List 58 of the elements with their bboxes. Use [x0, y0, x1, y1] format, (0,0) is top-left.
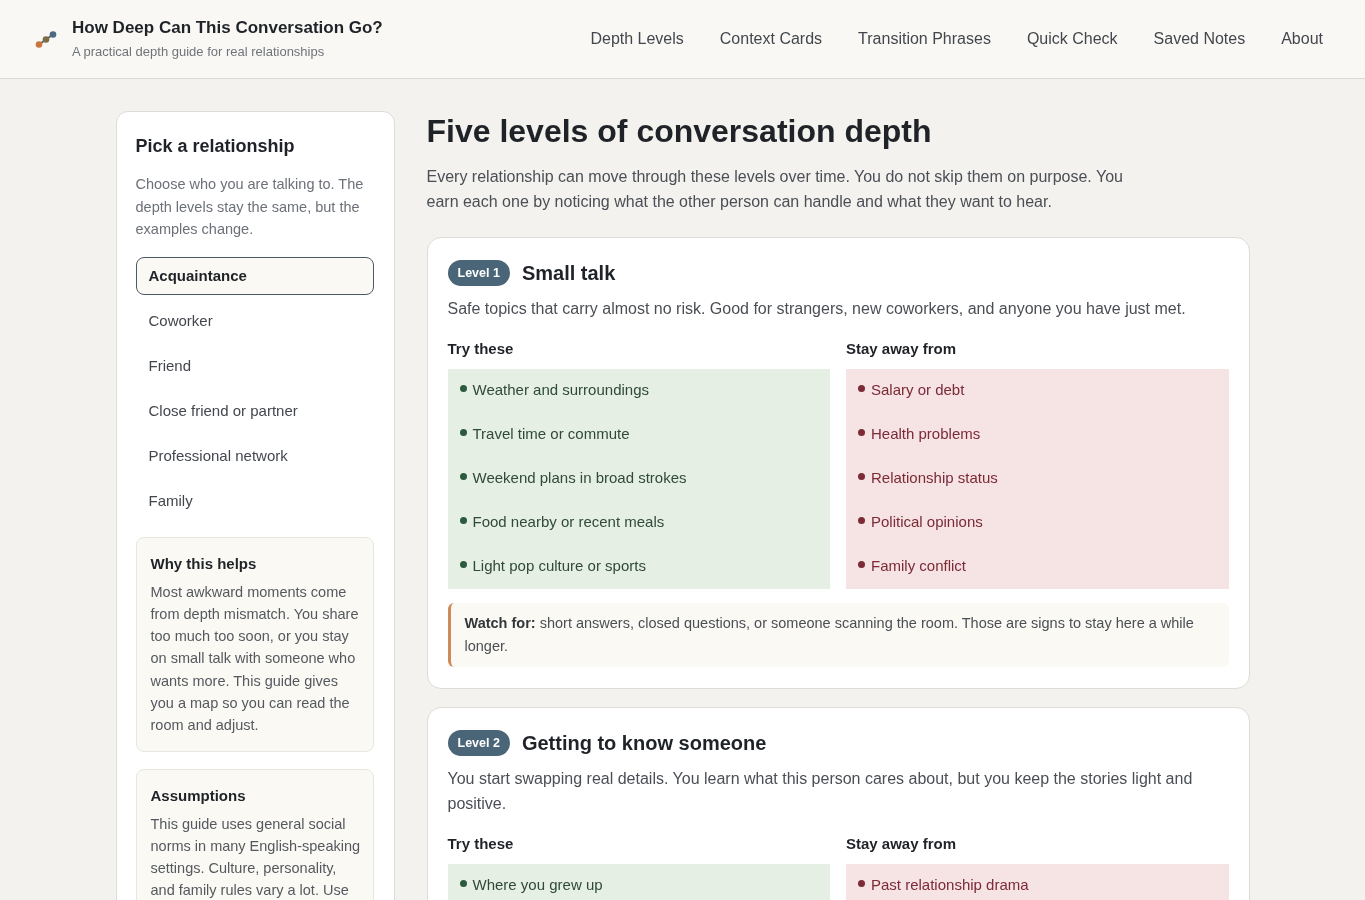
topic-item: Salary or debt	[871, 380, 965, 400]
nav-link[interactable]: Saved Notes	[1153, 28, 1246, 50]
info-card-text: Most awkward moments come from depth mismatch. You share too much too soon, or you stay on small talk with someone who wants more. This guide gives you a map so you can read the room and adjust.	[150, 582, 360, 736]
topic-item: Relationship status	[871, 468, 998, 488]
bullet-dot-icon	[858, 473, 865, 480]
relationship-option[interactable]: Coworker	[135, 301, 374, 340]
intro-paragraph: Every relationship can move through these levels over time. You do not skip them on purpose. You earn each one by noticing what the other person can handle and what they want to hear.	[426, 167, 1124, 212]
relationship-option[interactable]: Family	[135, 481, 374, 520]
connected-dots-icon	[35, 30, 57, 48]
relationship-option[interactable]: Professional network	[135, 436, 374, 475]
bullet-dot-icon	[858, 429, 865, 436]
nav-link[interactable]: Depth Levels	[590, 28, 684, 50]
nav-link[interactable]: Transition Phrases	[858, 28, 991, 50]
page-heading: Five levels of conversation depth	[426, 112, 933, 151]
column-heading: Try these	[447, 339, 515, 359]
topic-item: Travel time or commute	[472, 424, 630, 444]
info-card-title: Why this helps	[150, 553, 258, 574]
info-card-text: This guide uses general social norms in many English-speaking settings. Culture, personality, and family rules vary a lot. Use	[150, 814, 362, 900]
topic-item: Where you grew up	[472, 875, 603, 895]
bullet-dot-icon	[858, 385, 865, 392]
relationship-option[interactable]: Friend	[135, 346, 374, 385]
bullet-dot-icon	[459, 473, 467, 480]
bullet-dot-icon	[858, 880, 865, 887]
nav-link[interactable]: About	[1281, 28, 1323, 50]
site-subtitle: A practical depth guide for real relationships	[72, 43, 326, 61]
level-description: Safe topics that carry almost no risk. Good for strangers, new coworkers, and anyone you have just met.	[447, 299, 1187, 319]
sidebar-description: Choose who you are talking to. The depth levels stay the same, but the examples change.	[135, 175, 365, 239]
column-heading: Stay away from	[846, 834, 958, 854]
relationship-option[interactable]: Acquaintance	[135, 256, 374, 295]
sidebar-title: Pick a relationship	[135, 135, 296, 158]
bullet-dot-icon	[459, 880, 467, 887]
level-badge: Level 2	[447, 730, 510, 756]
topic-item: Weather and surroundings	[472, 380, 649, 400]
info-card-title: Assumptions	[150, 785, 247, 806]
level-title: Getting to know someone	[521, 731, 767, 756]
nav-link[interactable]: Context Cards	[719, 28, 823, 50]
topic-item: Family conflict	[871, 556, 967, 576]
level-badge: Level 1	[447, 260, 510, 286]
bullet-dot-icon	[459, 561, 467, 568]
topic-item: Light pop culture or sports	[472, 556, 646, 576]
topic-item: Past relationship drama	[871, 875, 1029, 895]
relationship-option[interactable]: Close friend or partner	[135, 391, 374, 430]
bullet-dot-icon	[459, 517, 467, 524]
level-title: Small talk	[521, 261, 616, 286]
watch-for-note: Watch for: short answers, closed questions, or someone scanning the room. Those are signs to stay here a while longer.	[447, 603, 1229, 667]
bullet-dot-icon	[459, 385, 467, 392]
site-title: How Deep Can This Conversation Go?	[72, 17, 383, 39]
topic-item: Weekend plans in broad strokes	[472, 468, 687, 488]
nav-link[interactable]: Quick Check	[1026, 28, 1118, 50]
bullet-dot-icon	[459, 429, 467, 436]
bullet-dot-icon	[858, 517, 865, 524]
bullet-dot-icon	[858, 561, 865, 568]
column-heading: Try these	[447, 834, 515, 854]
topic-item: Health problems	[871, 424, 981, 444]
topic-item: Political opinions	[871, 512, 983, 532]
column-heading: Stay away from	[846, 339, 958, 359]
topic-item: Food nearby or recent meals	[472, 512, 665, 532]
level-description: You start swapping real details. You learn what this person cares about, but you keep the stories light and positive.	[447, 769, 1194, 814]
